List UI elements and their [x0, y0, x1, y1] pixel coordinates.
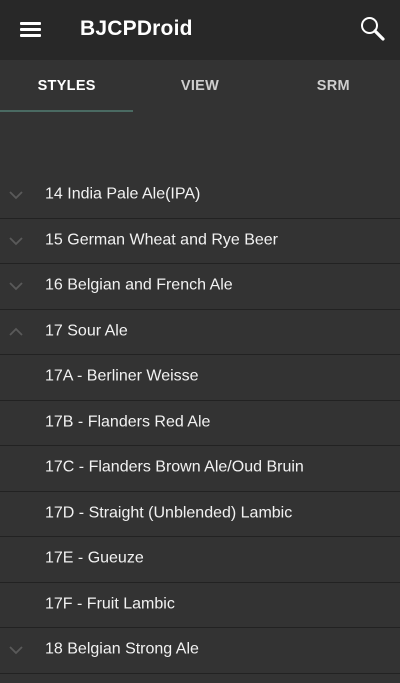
style-row-17d[interactable]: 17D - Straight (Unblended) Lambic	[0, 492, 400, 537]
category-label: 14 India Pale Ale(IPA)	[45, 185, 201, 203]
category-label: 16 Belgian and French Ale	[45, 276, 233, 294]
style-row-17a[interactable]: 17A - Berliner Weisse	[0, 355, 400, 401]
style-label: 17B - Flanders Red Ale	[45, 413, 211, 431]
tab-srm[interactable]: SRM	[267, 60, 400, 112]
style-row-17c[interactable]: 17C - Flanders Brown Ale/Oud Bruin	[0, 446, 400, 492]
app-root: BJCPDroid STYLES VIEW SRM 14 India Pale …	[0, 0, 400, 683]
chevron-down-icon	[9, 282, 23, 291]
category-row-16[interactable]: 16 Belgian and French Ale	[0, 264, 400, 310]
category-row-17[interactable]: 17 Sour Ale	[0, 310, 400, 355]
category-label: 17 Sour Ale	[45, 322, 128, 340]
hamburger-menu-icon[interactable]	[18, 19, 44, 41]
style-label: 17C - Flanders Brown Ale/Oud Bruin	[45, 458, 304, 476]
style-label: 17D - Straight (Unblended) Lambic	[45, 504, 293, 522]
chevron-down-icon	[9, 237, 23, 246]
chevron-down-icon	[9, 191, 23, 200]
style-row-17e[interactable]: 17E - Gueuze	[0, 537, 400, 583]
category-label: 15 German Wheat and Rye Beer	[45, 231, 279, 249]
style-label: 17F - Fruit Lambic	[45, 595, 175, 613]
style-label: 17A - Berliner Weisse	[45, 367, 199, 385]
tab-bar: STYLES VIEW SRM	[0, 60, 400, 112]
category-label: 18 Belgian Strong Ale	[45, 640, 199, 658]
chevron-down-icon	[9, 646, 23, 655]
app-toolbar: BJCPDroid	[0, 0, 400, 60]
tab-view[interactable]: VIEW	[133, 60, 266, 112]
category-row-14[interactable]: 14 India Pale Ale(IPA)	[0, 173, 400, 219]
search-icon[interactable]	[358, 14, 388, 44]
style-row-17f[interactable]: 17F - Fruit Lambic	[0, 583, 400, 628]
category-row-18[interactable]: 18 Belgian Strong Ale	[0, 628, 400, 674]
tab-styles[interactable]: STYLES	[0, 60, 134, 112]
styles-list: 14 India Pale Ale(IPA) 15 German Wheat a…	[0, 173, 400, 674]
app-title: BJCPDroid	[80, 17, 193, 40]
chevron-up-icon	[9, 327, 23, 336]
style-row-17b[interactable]: 17B - Flanders Red Ale	[0, 401, 400, 446]
category-row-15[interactable]: 15 German Wheat and Rye Beer	[0, 219, 400, 264]
style-label: 17E - Gueuze	[45, 549, 144, 567]
